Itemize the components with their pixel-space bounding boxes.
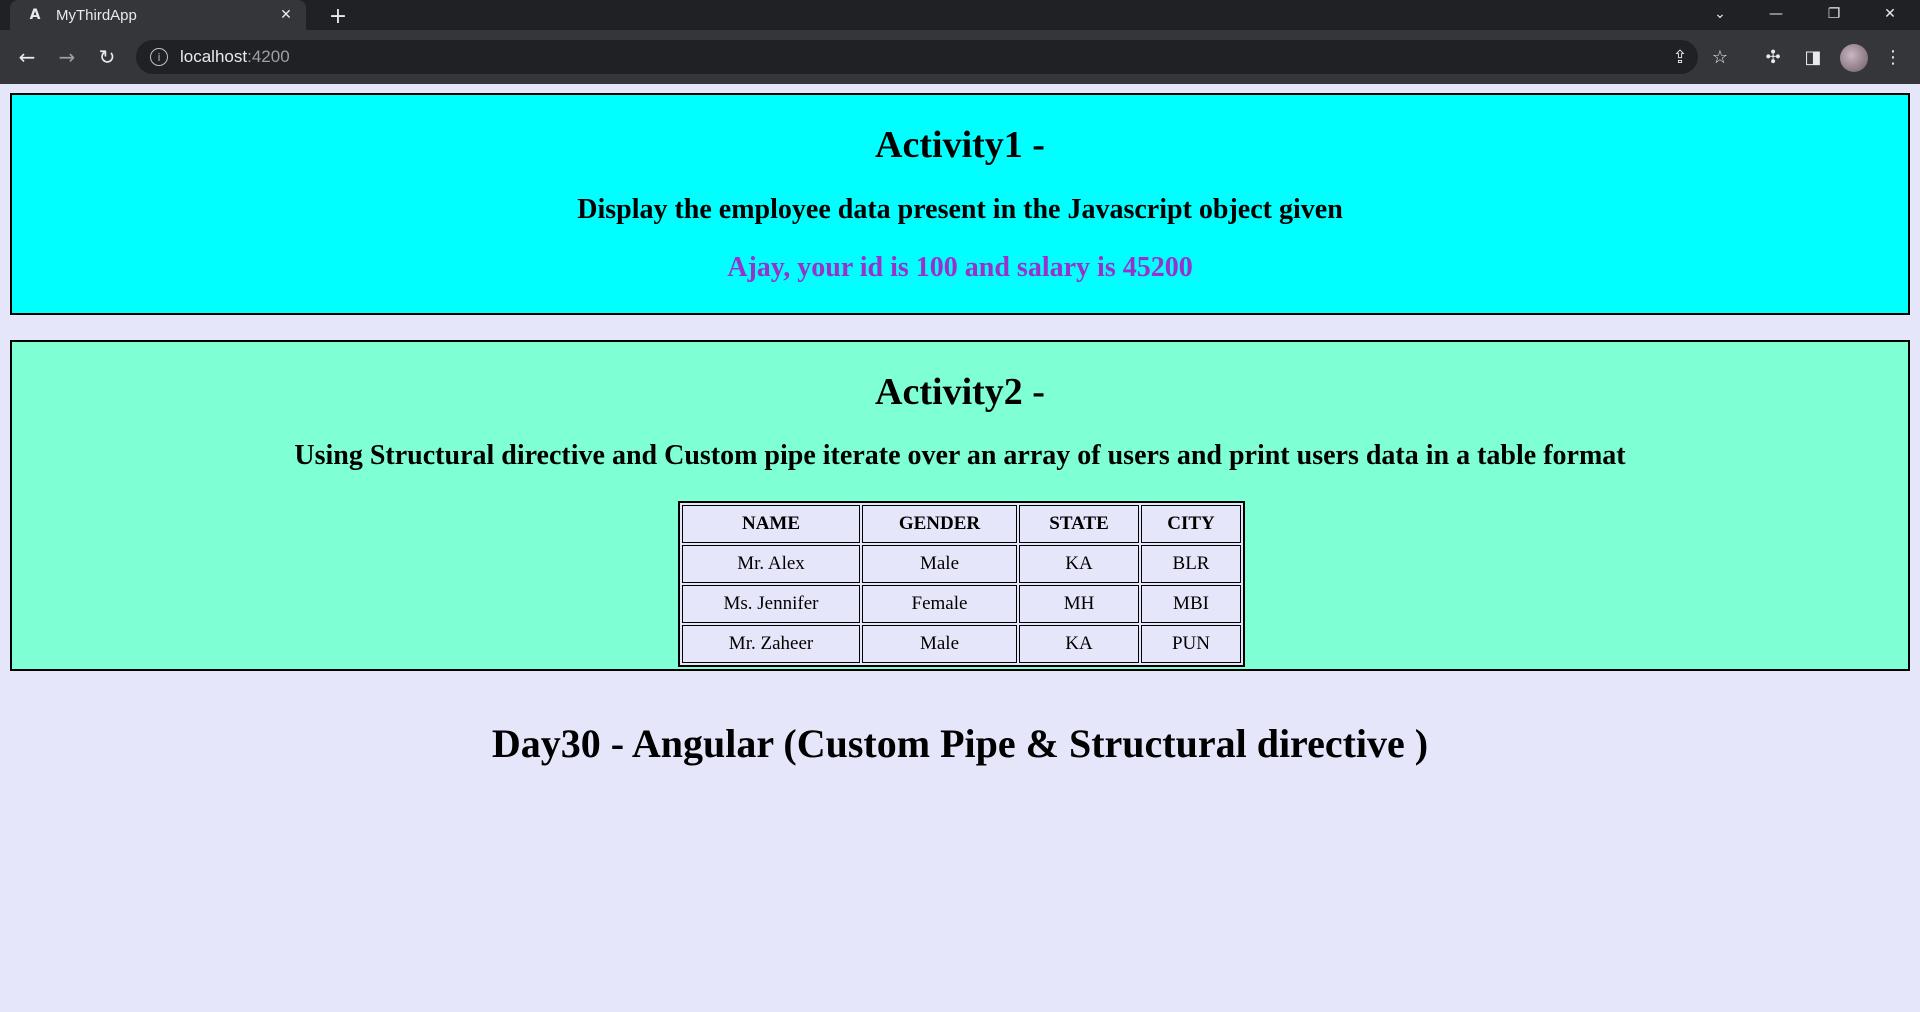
url-text: localhost:4200 xyxy=(180,47,290,67)
page-title: Day30 - Angular (Custom Pipe & Structura… xyxy=(491,721,1429,766)
tab-strip: A MyThirdApp ✕ + ⌄ — ❐ ✕ xyxy=(0,0,1920,30)
browser-toolbar: ← → ↻ i localhost:4200 ⇪ ☆ ✣ ◨ ⋮ xyxy=(0,30,1920,84)
cell-gender: Male xyxy=(862,545,1017,583)
table-row: Ms. Jennifer Female MH MBI xyxy=(682,585,1241,623)
menu-kebab-icon[interactable]: ⋮ xyxy=(1880,44,1906,70)
restore-button[interactable]: ❐ xyxy=(1814,0,1854,28)
tab-title: MyThirdApp xyxy=(56,6,137,24)
activity1-subheading: Display the employee data present in the… xyxy=(577,194,1343,225)
cell-name: Mr. Alex xyxy=(682,545,860,583)
minimize-button[interactable]: — xyxy=(1756,0,1796,28)
back-icon[interactable]: ← xyxy=(12,42,42,72)
cell-city: MBI xyxy=(1141,585,1241,623)
cell-gender: Female xyxy=(862,585,1017,623)
users-table: NAME GENDER STATE CITY Mr. Alex Male KA … xyxy=(678,501,1245,667)
activity2-subheading: Using Structural directive and Custom pi… xyxy=(294,440,1626,471)
activity1-heading: Activity1 - xyxy=(875,124,1045,166)
table-header-row: NAME GENDER STATE CITY xyxy=(682,505,1241,543)
activity1-panel: Activity1 - Display the employee data pr… xyxy=(10,93,1910,315)
column-header-city: CITY xyxy=(1141,505,1241,543)
reload-icon[interactable]: ↻ xyxy=(92,42,122,72)
angular-icon: A xyxy=(29,7,41,23)
close-tab-icon[interactable]: ✕ xyxy=(276,5,296,25)
column-header-gender: GENDER xyxy=(862,505,1017,543)
cell-city: PUN xyxy=(1141,625,1241,663)
tab-search-icon[interactable]: ⌄ xyxy=(1700,0,1740,28)
column-header-name: NAME xyxy=(682,505,860,543)
url-port: :4200 xyxy=(247,47,290,66)
side-panel-icon[interactable]: ◨ xyxy=(1800,44,1826,70)
cell-state: KA xyxy=(1019,545,1139,583)
forward-icon[interactable]: → xyxy=(52,42,82,72)
column-header-state: STATE xyxy=(1019,505,1139,543)
cell-gender: Male xyxy=(862,625,1017,663)
url-host: localhost xyxy=(180,47,248,66)
activity2-panel: Activity2 - Using Structural directive a… xyxy=(10,340,1910,671)
info-icon[interactable]: i xyxy=(150,48,168,66)
share-icon[interactable]: ⇪ xyxy=(1668,45,1692,69)
employee-message: Ajay, your id is 100 and salary is 45200 xyxy=(727,252,1193,283)
cell-state: MH xyxy=(1019,585,1139,623)
new-tab-button[interactable]: + xyxy=(324,2,352,30)
cell-state: KA xyxy=(1019,625,1139,663)
cell-name: Mr. Zaheer xyxy=(682,625,860,663)
close-window-button[interactable]: ✕ xyxy=(1870,0,1910,28)
extensions-icon[interactable]: ✣ xyxy=(1760,44,1786,70)
browser-tab[interactable]: A MyThirdApp ✕ xyxy=(10,0,306,30)
cell-city: BLR xyxy=(1141,545,1241,583)
bookmark-star-icon[interactable]: ☆ xyxy=(1708,45,1732,69)
table-row: Mr. Zaheer Male KA PUN xyxy=(682,625,1241,663)
cell-name: Ms. Jennifer xyxy=(682,585,860,623)
address-bar[interactable]: i localhost:4200 ⇪ ☆ xyxy=(136,40,1728,74)
profile-avatar[interactable] xyxy=(1840,44,1868,72)
table-row: Mr. Alex Male KA BLR xyxy=(682,545,1241,583)
activity2-heading: Activity2 - xyxy=(875,371,1045,413)
